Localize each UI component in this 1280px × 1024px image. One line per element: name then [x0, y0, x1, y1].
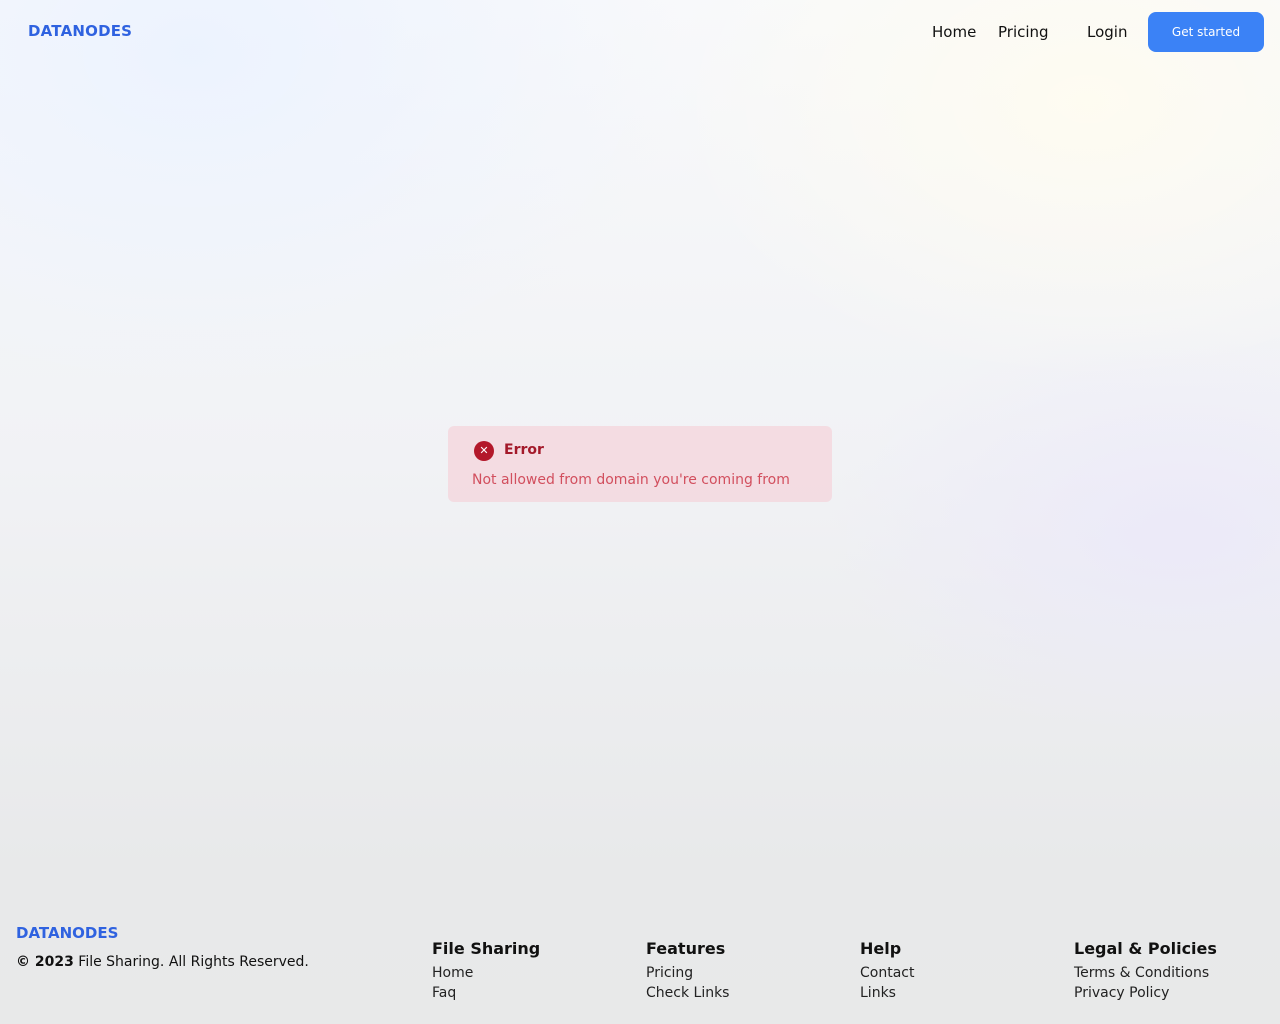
nav-home-link[interactable]: Home: [932, 23, 976, 41]
footer-column-help: Help Contact Links: [860, 939, 1060, 1003]
footer-heading: File Sharing: [432, 939, 541, 958]
footer-link-faq[interactable]: Faq: [432, 983, 632, 1003]
error-alert: ✕ Error Not allowed from domain you're c…: [448, 426, 832, 502]
copyright-message: File Sharing. All Rights Reserved.: [78, 954, 309, 970]
copyright-year: © 2023: [16, 954, 74, 970]
footer-link-check-links[interactable]: Check Links: [646, 983, 846, 1003]
footer-link-links[interactable]: Links: [860, 983, 1060, 1003]
x-circle-icon: ✕: [474, 441, 494, 461]
footer-link-contact[interactable]: Contact: [860, 963, 1060, 983]
footer-link-privacy[interactable]: Privacy Policy: [1074, 983, 1274, 1003]
site-header: DATANODES Home Pricing Login Get started: [0, 0, 1280, 64]
footer-link-home[interactable]: Home: [432, 963, 632, 983]
footer-heading: Legal & Policies: [1074, 939, 1217, 958]
nav-pricing-link[interactable]: Pricing: [998, 23, 1049, 41]
nav-login-link[interactable]: Login: [1087, 23, 1127, 41]
footer-link-pricing[interactable]: Pricing: [646, 963, 846, 983]
brand-logo[interactable]: DATANODES: [28, 22, 132, 40]
alert-title: Error: [504, 442, 544, 458]
copyright-text: © 2023 File Sharing. All Rights Reserved…: [16, 954, 309, 970]
footer-brand-logo[interactable]: DATANODES: [16, 924, 118, 942]
footer-column-legal-policies: Legal & Policies Terms & Conditions Priv…: [1074, 939, 1274, 1003]
footer-heading: Help: [860, 939, 902, 958]
footer-link-terms[interactable]: Terms & Conditions: [1074, 963, 1274, 983]
footer-heading: Features: [646, 939, 726, 958]
footer-column-features: Features Pricing Check Links: [646, 939, 846, 1003]
get-started-button[interactable]: Get started: [1148, 12, 1264, 52]
alert-message: Not allowed from domain you're coming fr…: [472, 472, 790, 488]
site-footer: DATANODES © 2023 File Sharing. All Right…: [0, 910, 1280, 1024]
footer-column-file-sharing: File Sharing Home Faq: [432, 939, 632, 1003]
